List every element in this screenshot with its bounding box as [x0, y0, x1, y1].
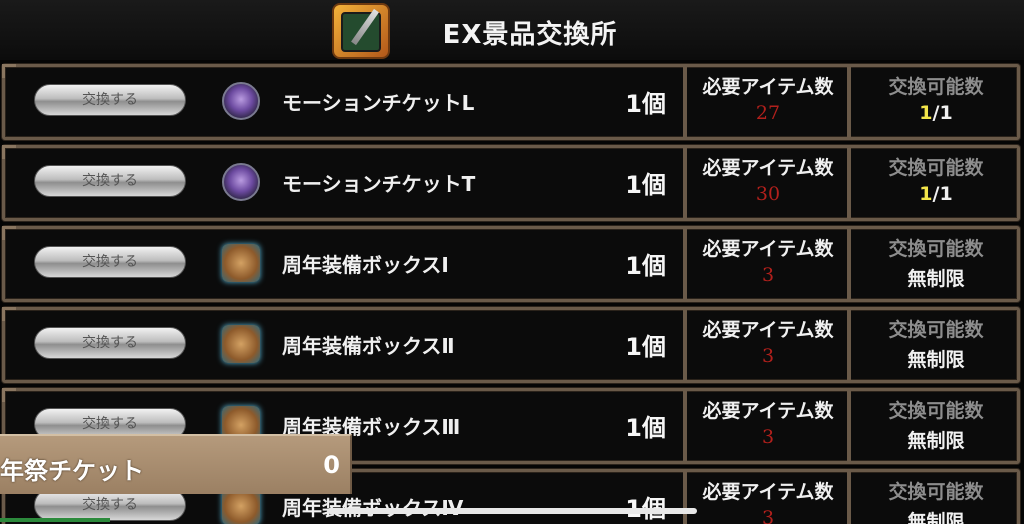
ticket-balance-panel: 年祭チケット 0 [0, 434, 352, 494]
required-items-value: 3 [761, 345, 775, 367]
exchangeable-count-label: 交換可能数 [888, 400, 984, 422]
item-quantity: 1個 [625, 414, 666, 442]
exchangeable-count-label: 交換可能数 [888, 76, 984, 98]
required-items-label: 必要アイテム数 [702, 238, 834, 260]
home-indicator[interactable] [327, 508, 697, 514]
exchangeable-count-value: 無制限 [907, 268, 965, 290]
exchange-row: 交換する モーションチケットL 1個 必要アイテム数 27 交換可能数 1/1 [0, 60, 1024, 141]
exchange-button[interactable]: 交換する [34, 84, 186, 116]
required-items-value: 27 [755, 102, 781, 124]
required-items-label: 必要アイテム数 [702, 400, 834, 422]
required-items-label: 必要アイテム数 [702, 319, 834, 341]
item-quantity: 1個 [625, 252, 666, 280]
game-logo-icon [332, 3, 390, 59]
exchange-row: 交換する 周年装備ボックスⅠ 1個 必要アイテム数 3 交換可能数 無制限 [0, 222, 1024, 303]
exchangeable-count-value: 1/1 [919, 102, 953, 124]
exchangeable-count-value: 1/1 [919, 183, 953, 205]
ticket-count: 0 [323, 451, 340, 479]
required-items-value: 30 [755, 183, 781, 205]
exchangeable-count-label: 交換可能数 [888, 481, 984, 503]
required-items-label: 必要アイテム数 [702, 76, 834, 98]
item-name: 周年装備ボックスⅡ [282, 334, 455, 358]
exchange-button[interactable]: 交換する [34, 246, 186, 278]
required-items-label: 必要アイテム数 [702, 157, 834, 179]
required-items-value: 3 [761, 426, 775, 448]
motion-ticket-icon [222, 163, 260, 201]
item-name: モーションチケットT [282, 172, 476, 196]
exchangeable-count-value: 無制限 [907, 349, 965, 371]
exchangeable-count-value: 無制限 [907, 511, 965, 524]
progress-indicator [0, 518, 110, 522]
exchangeable-count-label: 交換可能数 [888, 319, 984, 341]
motion-ticket-icon [222, 82, 260, 120]
page-title: EX景品交換所 [442, 20, 618, 50]
exchangeable-count-label: 交換可能数 [888, 157, 984, 179]
treasure-chest-icon [222, 244, 260, 282]
exchange-row: 交換する 周年装備ボックスⅡ 1個 必要アイテム数 3 交換可能数 無制限 [0, 303, 1024, 384]
header-bar: EX景品交換所 [0, 0, 1024, 60]
exchangeable-count-value: 無制限 [907, 430, 965, 452]
exchange-row: 交換する モーションチケットT 1個 必要アイテム数 30 交換可能数 1/1 [0, 141, 1024, 222]
item-quantity: 1個 [625, 90, 666, 118]
item-name: 周年装備ボックスⅠ [282, 253, 449, 277]
exchangeable-count-label: 交換可能数 [888, 238, 984, 260]
treasure-chest-icon [222, 325, 260, 363]
exchange-button[interactable]: 交換する [34, 327, 186, 359]
item-name: 周年装備ボックスⅣ [282, 492, 463, 521]
required-items-value: 3 [761, 507, 775, 524]
item-quantity: 1個 [625, 333, 666, 361]
required-items-label: 必要アイテム数 [702, 481, 834, 503]
exchange-button[interactable]: 交換する [34, 165, 186, 197]
required-items-value: 3 [761, 264, 775, 286]
item-quantity: 1個 [625, 171, 666, 199]
ticket-label: 年祭チケット [0, 457, 144, 485]
item-name: モーションチケットL [282, 91, 475, 115]
item-quantity: 1個 [590, 489, 666, 524]
